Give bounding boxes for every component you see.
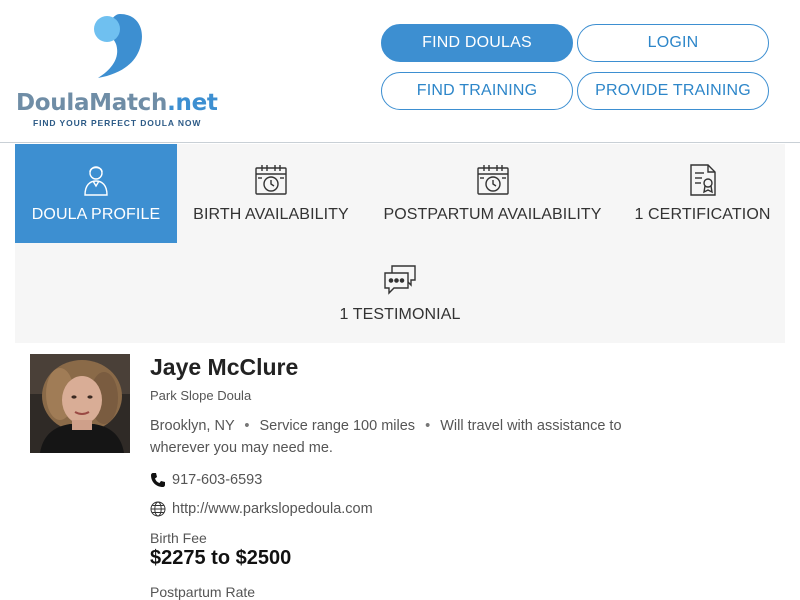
tab-label: POSTPARTUM AVAILABILITY xyxy=(383,206,602,223)
logo-tld: .net xyxy=(167,90,218,116)
tab-label: 1 TESTIMONIAL xyxy=(339,306,461,323)
logo-tagline: FIND YOUR PERFECT DOULA NOW xyxy=(33,118,202,128)
find-doulas-button[interactable]: FIND DOULAS xyxy=(381,24,573,62)
doula-photo xyxy=(30,354,130,453)
doula-person-icon xyxy=(78,162,114,198)
profile-tabs: DOULA PROFILE BIRTH AVAILABILITY POSTPAR… xyxy=(15,144,785,343)
tab-label: BIRTH AVAILABILITY xyxy=(193,206,349,223)
logo-mark-icon xyxy=(94,14,142,78)
travel-note-continued: wherever you may need me. xyxy=(150,440,333,456)
tab-label: 1 CERTIFICATION xyxy=(634,206,771,223)
phone-icon xyxy=(150,472,166,488)
tab-birth-availability[interactable]: BIRTH AVAILABILITY xyxy=(177,144,365,243)
find-training-button[interactable]: FIND TRAINING xyxy=(381,72,573,110)
service-range: Service range 100 miles xyxy=(259,418,416,434)
postpartum-rate-label: Postpartum Rate xyxy=(150,584,256,600)
site-logo[interactable]: DoulaMatch.net FIND YOUR PERFECT DOULA N… xyxy=(16,12,226,132)
login-button[interactable]: LOGIN xyxy=(577,24,769,62)
phone-number[interactable]: 917-603-6593 xyxy=(172,472,262,488)
tab-testimonial[interactable]: 1 TESTIMONIAL xyxy=(315,244,485,343)
bullet-separator: • xyxy=(425,418,431,434)
calendar-clock-icon xyxy=(253,162,289,198)
calendar-clock-icon xyxy=(475,162,511,198)
site-header: DoulaMatch.net FIND YOUR PERFECT DOULA N… xyxy=(0,0,800,143)
doula-subtitle: Park Slope Doula xyxy=(150,388,252,403)
location-info: Brooklyn, NY • Service range 100 miles •… xyxy=(150,415,650,459)
certificate-icon xyxy=(685,162,721,198)
location-city: Brooklyn, NY xyxy=(150,418,235,434)
tab-label: DOULA PROFILE xyxy=(31,206,161,223)
globe-icon xyxy=(150,501,166,517)
phone-row[interactable]: 917-603-6593 xyxy=(150,472,262,488)
doula-name: Jaye McClure xyxy=(150,354,299,380)
provide-training-button[interactable]: PROVIDE TRAINING xyxy=(577,72,769,110)
website-link[interactable]: http://www.parkslopedoula.com xyxy=(172,501,373,517)
chat-bubbles-icon xyxy=(382,262,418,298)
bullet-separator: • xyxy=(244,418,250,434)
portrait-image xyxy=(30,354,130,453)
birth-fee-label: Birth Fee xyxy=(150,530,207,546)
website-row[interactable]: http://www.parkslopedoula.com xyxy=(150,501,373,517)
tab-postpartum-availability[interactable]: POSTPARTUM AVAILABILITY xyxy=(365,144,620,243)
travel-note: Will travel with assistance to xyxy=(440,418,622,434)
birth-fee-value: $2275 to $2500 xyxy=(150,547,292,569)
tab-certification[interactable]: 1 CERTIFICATION xyxy=(620,144,785,243)
logo-name: DoulaMatch xyxy=(16,90,168,116)
tab-doula-profile[interactable]: DOULA PROFILE xyxy=(15,144,177,243)
logo-wordmark: DoulaMatch.net xyxy=(16,90,218,116)
